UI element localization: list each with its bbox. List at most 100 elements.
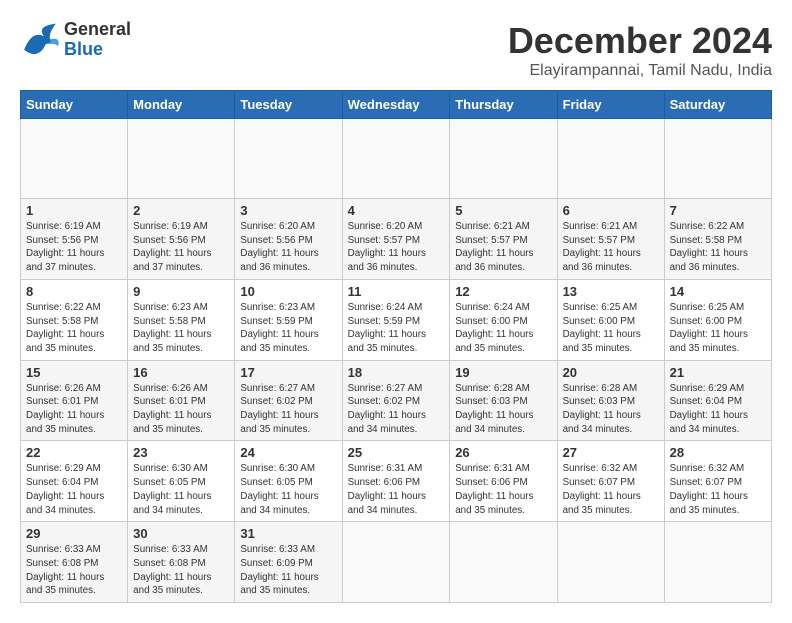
calendar-cell: 22Sunrise: 6:29 AM Sunset: 6:04 PM Dayli… <box>21 441 128 522</box>
col-sunday: Sunday <box>21 91 128 119</box>
day-number: 1 <box>26 203 122 218</box>
calendar-cell: 25Sunrise: 6:31 AM Sunset: 6:06 PM Dayli… <box>342 441 450 522</box>
day-info: Sunrise: 6:26 AM Sunset: 6:01 PM Dayligh… <box>26 382 122 437</box>
day-number: 5 <box>455 203 551 218</box>
day-info: Sunrise: 6:20 AM Sunset: 5:56 PM Dayligh… <box>240 220 336 275</box>
calendar-cell: 4 Sunrise: 6:20 AM Sunset: 5:57 PM Daylig… <box>342 199 450 280</box>
calendar-cell: 11Sunrise: 6:24 AM Sunset: 5:59 PM Dayli… <box>342 279 450 360</box>
calendar-cell <box>450 119 557 199</box>
col-wednesday: Wednesday <box>342 91 450 119</box>
calendar-cell: 17 Sunrise: 6:27 AM Sunset: 6:02 PM Dayli… <box>235 360 342 441</box>
calendar-cell: 16Sunrise: 6:26 AM Sunset: 6:01 PM Dayli… <box>128 360 235 441</box>
day-number: 26 <box>455 445 551 460</box>
calendar-body: 1 Sunrise: 6:19 AM Sunset: 5:56 PM Daylig… <box>21 119 772 603</box>
calendar-week-1: 1 Sunrise: 6:19 AM Sunset: 5:56 PM Daylig… <box>21 199 772 280</box>
calendar-cell <box>664 522 771 603</box>
calendar-cell: 30 Sunrise: 6:33 AM Sunset: 6:08 PM Dayli… <box>128 522 235 603</box>
calendar-cell: 8Sunrise: 6:22 AM Sunset: 5:58 PM Daylig… <box>21 279 128 360</box>
day-info: Sunrise: 6:33 AM Sunset: 6:09 PM Dayligh… <box>240 543 336 598</box>
day-number: 4 <box>348 203 445 218</box>
calendar-cell: 5 Sunrise: 6:21 AM Sunset: 5:57 PM Daylig… <box>450 199 557 280</box>
day-number: 28 <box>670 445 766 460</box>
calendar-cell: 7 Sunrise: 6:22 AM Sunset: 5:58 PM Daylig… <box>664 199 771 280</box>
day-info: Sunrise: 6:29 AM Sunset: 6:04 PM Dayligh… <box>26 462 122 517</box>
calendar-cell: 29Sunrise: 6:33 AM Sunset: 6:08 PM Dayli… <box>21 522 128 603</box>
calendar-cell <box>342 119 450 199</box>
day-number: 23 <box>133 445 229 460</box>
calendar-cell: 1Sunrise: 6:19 AM Sunset: 5:56 PM Daylig… <box>21 199 128 280</box>
day-info: Sunrise: 6:33 AM Sunset: 6:08 PM Dayligh… <box>133 543 229 598</box>
day-info: Sunrise: 6:21 AM Sunset: 5:57 PM Dayligh… <box>455 220 551 275</box>
location: Elayirampannai, Tamil Nadu, India <box>508 62 772 80</box>
calendar-cell: 12Sunrise: 6:24 AM Sunset: 6:00 PM Dayli… <box>450 279 557 360</box>
day-info: Sunrise: 6:27 AM Sunset: 6:02 PM Dayligh… <box>240 382 336 437</box>
day-info: Sunrise: 6:21 AM Sunset: 5:57 PM Dayligh… <box>563 220 659 275</box>
col-thursday: Thursday <box>450 91 557 119</box>
day-number: 27 <box>563 445 659 460</box>
month-title: December 2024 <box>508 20 772 62</box>
day-info: Sunrise: 6:20 AM Sunset: 5:57 PM Dayligh… <box>348 220 445 275</box>
calendar-cell: 14Sunrise: 6:25 AM Sunset: 6:00 PM Dayli… <box>664 279 771 360</box>
day-number: 13 <box>563 284 659 299</box>
col-saturday: Saturday <box>664 91 771 119</box>
day-info: Sunrise: 6:23 AM Sunset: 5:59 PM Dayligh… <box>240 301 336 356</box>
day-info: Sunrise: 6:32 AM Sunset: 6:07 PM Dayligh… <box>563 462 659 517</box>
calendar-header: Sunday Monday Tuesday Wednesday Thursday… <box>21 91 772 119</box>
day-number: 3 <box>240 203 336 218</box>
day-info: Sunrise: 6:27 AM Sunset: 6:02 PM Dayligh… <box>348 382 445 437</box>
col-friday: Friday <box>557 91 664 119</box>
day-number: 8 <box>26 284 122 299</box>
calendar-cell <box>557 119 664 199</box>
day-info: Sunrise: 6:22 AM Sunset: 5:58 PM Dayligh… <box>670 220 766 275</box>
calendar-cell: 27 Sunrise: 6:32 AM Sunset: 6:07 PM Dayli… <box>557 441 664 522</box>
calendar-cell <box>557 522 664 603</box>
day-number: 18 <box>348 365 445 380</box>
calendar-cell: 28 Sunrise: 6:32 AM Sunset: 6:07 PM Dayli… <box>664 441 771 522</box>
day-info: Sunrise: 6:23 AM Sunset: 5:58 PM Dayligh… <box>133 301 229 356</box>
day-info: Sunrise: 6:30 AM Sunset: 6:05 PM Dayligh… <box>133 462 229 517</box>
day-info: Sunrise: 6:19 AM Sunset: 5:56 PM Dayligh… <box>133 220 229 275</box>
day-number: 9 <box>133 284 229 299</box>
day-number: 24 <box>240 445 336 460</box>
day-number: 31 <box>240 526 336 541</box>
day-number: 30 <box>133 526 229 541</box>
calendar-cell: 19 Sunrise: 6:28 AM Sunset: 6:03 PM Dayli… <box>450 360 557 441</box>
calendar-week-3: 15 Sunrise: 6:26 AM Sunset: 6:01 PM Dayli… <box>21 360 772 441</box>
day-number: 7 <box>670 203 766 218</box>
logo-general: General <box>64 20 131 40</box>
calendar-cell: 6 Sunrise: 6:21 AM Sunset: 5:57 PM Daylig… <box>557 199 664 280</box>
calendar-table: Sunday Monday Tuesday Wednesday Thursday… <box>20 90 772 603</box>
calendar-week-0 <box>21 119 772 199</box>
calendar-week-2: 8Sunrise: 6:22 AM Sunset: 5:58 PM Daylig… <box>21 279 772 360</box>
calendar-cell: 21Sunrise: 6:29 AM Sunset: 6:04 PM Dayli… <box>664 360 771 441</box>
day-info: Sunrise: 6:29 AM Sunset: 6:04 PM Dayligh… <box>670 382 766 437</box>
day-number: 14 <box>670 284 766 299</box>
day-number: 17 <box>240 365 336 380</box>
calendar-cell: 24 Sunrise: 6:30 AM Sunset: 6:05 PM Dayli… <box>235 441 342 522</box>
calendar-cell <box>342 522 450 603</box>
calendar-cell: 3 Sunrise: 6:20 AM Sunset: 5:56 PM Daylig… <box>235 199 342 280</box>
day-number: 19 <box>455 365 551 380</box>
day-info: Sunrise: 6:30 AM Sunset: 6:05 PM Dayligh… <box>240 462 336 517</box>
day-info: Sunrise: 6:28 AM Sunset: 6:03 PM Dayligh… <box>455 382 551 437</box>
calendar-cell <box>128 119 235 199</box>
header-row: Sunday Monday Tuesday Wednesday Thursday… <box>21 91 772 119</box>
calendar-cell <box>235 119 342 199</box>
col-monday: Monday <box>128 91 235 119</box>
logo-text: General Blue <box>64 20 131 60</box>
day-number: 16 <box>133 365 229 380</box>
calendar-cell: 10 Sunrise: 6:23 AM Sunset: 5:59 PM Dayli… <box>235 279 342 360</box>
calendar-cell: 9 Sunrise: 6:23 AM Sunset: 5:58 PM Daylig… <box>128 279 235 360</box>
day-number: 29 <box>26 526 122 541</box>
day-number: 12 <box>455 284 551 299</box>
day-number: 6 <box>563 203 659 218</box>
day-number: 15 <box>26 365 122 380</box>
day-number: 10 <box>240 284 336 299</box>
calendar-week-5: 29 Sunrise: 6:33 AM Sunset: 6:08 PM Dayli… <box>21 522 772 603</box>
day-info: Sunrise: 6:32 AM Sunset: 6:07 PM Dayligh… <box>670 462 766 517</box>
logo-blue: Blue <box>64 40 131 60</box>
calendar-cell <box>450 522 557 603</box>
day-info: Sunrise: 6:31 AM Sunset: 6:06 PM Dayligh… <box>455 462 551 517</box>
page-header: General Blue December 2024 Elayirampanna… <box>20 20 772 80</box>
calendar-cell: 2Sunrise: 6:19 AM Sunset: 5:56 PM Daylig… <box>128 199 235 280</box>
